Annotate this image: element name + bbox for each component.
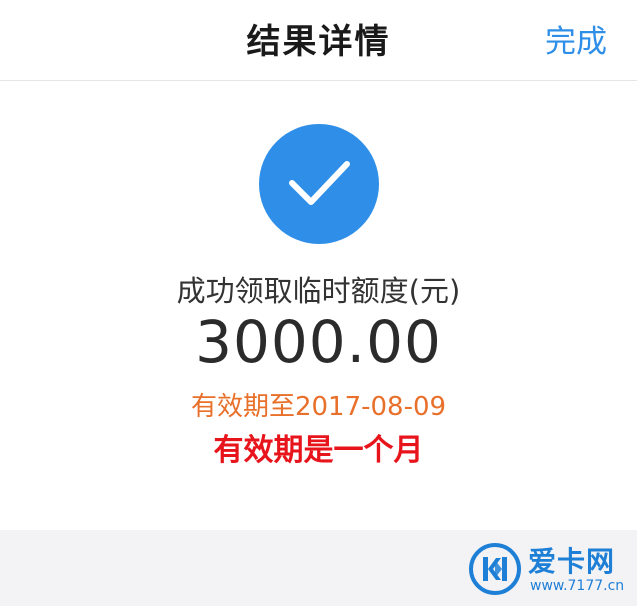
watermark: 爱卡网 www.7177.cn [468, 538, 633, 600]
kk-logo-icon [469, 543, 521, 595]
result-label: 成功领取临时额度(元) [176, 274, 461, 308]
watermark-url: www.7177.cn [530, 578, 625, 594]
result-page: 结果详情 完成 成功领取临时额度(元) 3000.00 有效期至2017-08-… [0, 0, 637, 606]
credit-amount: 3000.00 [195, 308, 442, 376]
page-title: 结果详情 [246, 22, 391, 62]
validity-text: 有效期至2017-08-09 [190, 392, 447, 422]
annotation-text: 有效期是一个月 [213, 433, 424, 468]
success-badge [259, 124, 379, 244]
nav-bar: 结果详情 完成 [0, 0, 637, 81]
check-icon [289, 161, 350, 205]
result-content: 成功领取临时额度(元) 3000.00 有效期至2017-08-09 有效期是一… [0, 81, 637, 530]
done-button[interactable]: 完成 [545, 16, 607, 61]
watermark-name: 爱卡网 [528, 545, 616, 578]
